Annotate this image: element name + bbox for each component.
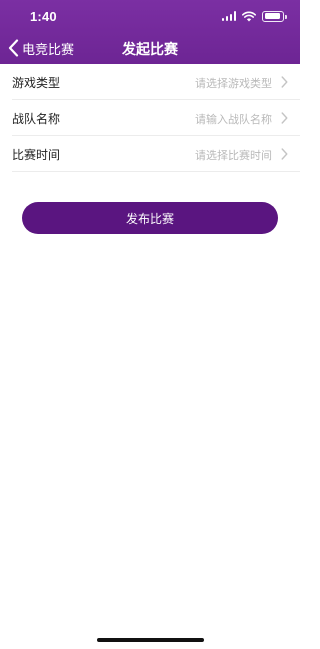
home-indicator: [97, 638, 204, 642]
nav-bar: 电竞比赛 发起比赛: [0, 32, 300, 64]
publish-match-button[interactable]: 发布比赛: [22, 202, 278, 234]
page-title: 发起比赛: [122, 42, 178, 58]
game-type-label: 游戏类型: [12, 76, 61, 90]
match-time-row[interactable]: 比赛时间 请选择比赛时间: [12, 136, 300, 172]
wifi-icon: [242, 11, 256, 21]
chevron-right-icon: [281, 148, 288, 160]
battery-icon: [262, 10, 287, 22]
team-name-placeholder: 请输入战队名称: [195, 113, 272, 126]
game-type-row[interactable]: 游戏类型 请选择游戏类型: [12, 64, 300, 100]
status-bar: 1:40: [0, 0, 300, 32]
status-time: 1:40: [30, 9, 57, 24]
status-icons: [221, 10, 287, 22]
match-time-label: 比赛时间: [12, 148, 61, 162]
chevron-right-icon: [281, 112, 288, 124]
game-type-placeholder: 请选择游戏类型: [195, 77, 272, 90]
team-name-label: 战队名称: [12, 112, 61, 126]
match-form: 游戏类型 请选择游戏类型 战队名称 请输入战队名称 比赛时间 请选择比赛时间: [0, 64, 300, 172]
app-header: 1:40 电竞比赛 发起比赛: [0, 0, 300, 64]
team-name-row[interactable]: 战队名称 请输入战队名称: [12, 100, 300, 136]
match-time-placeholder: 请选择比赛时间: [195, 149, 272, 162]
signal-icon: [221, 11, 236, 21]
chevron-right-icon: [281, 76, 288, 88]
